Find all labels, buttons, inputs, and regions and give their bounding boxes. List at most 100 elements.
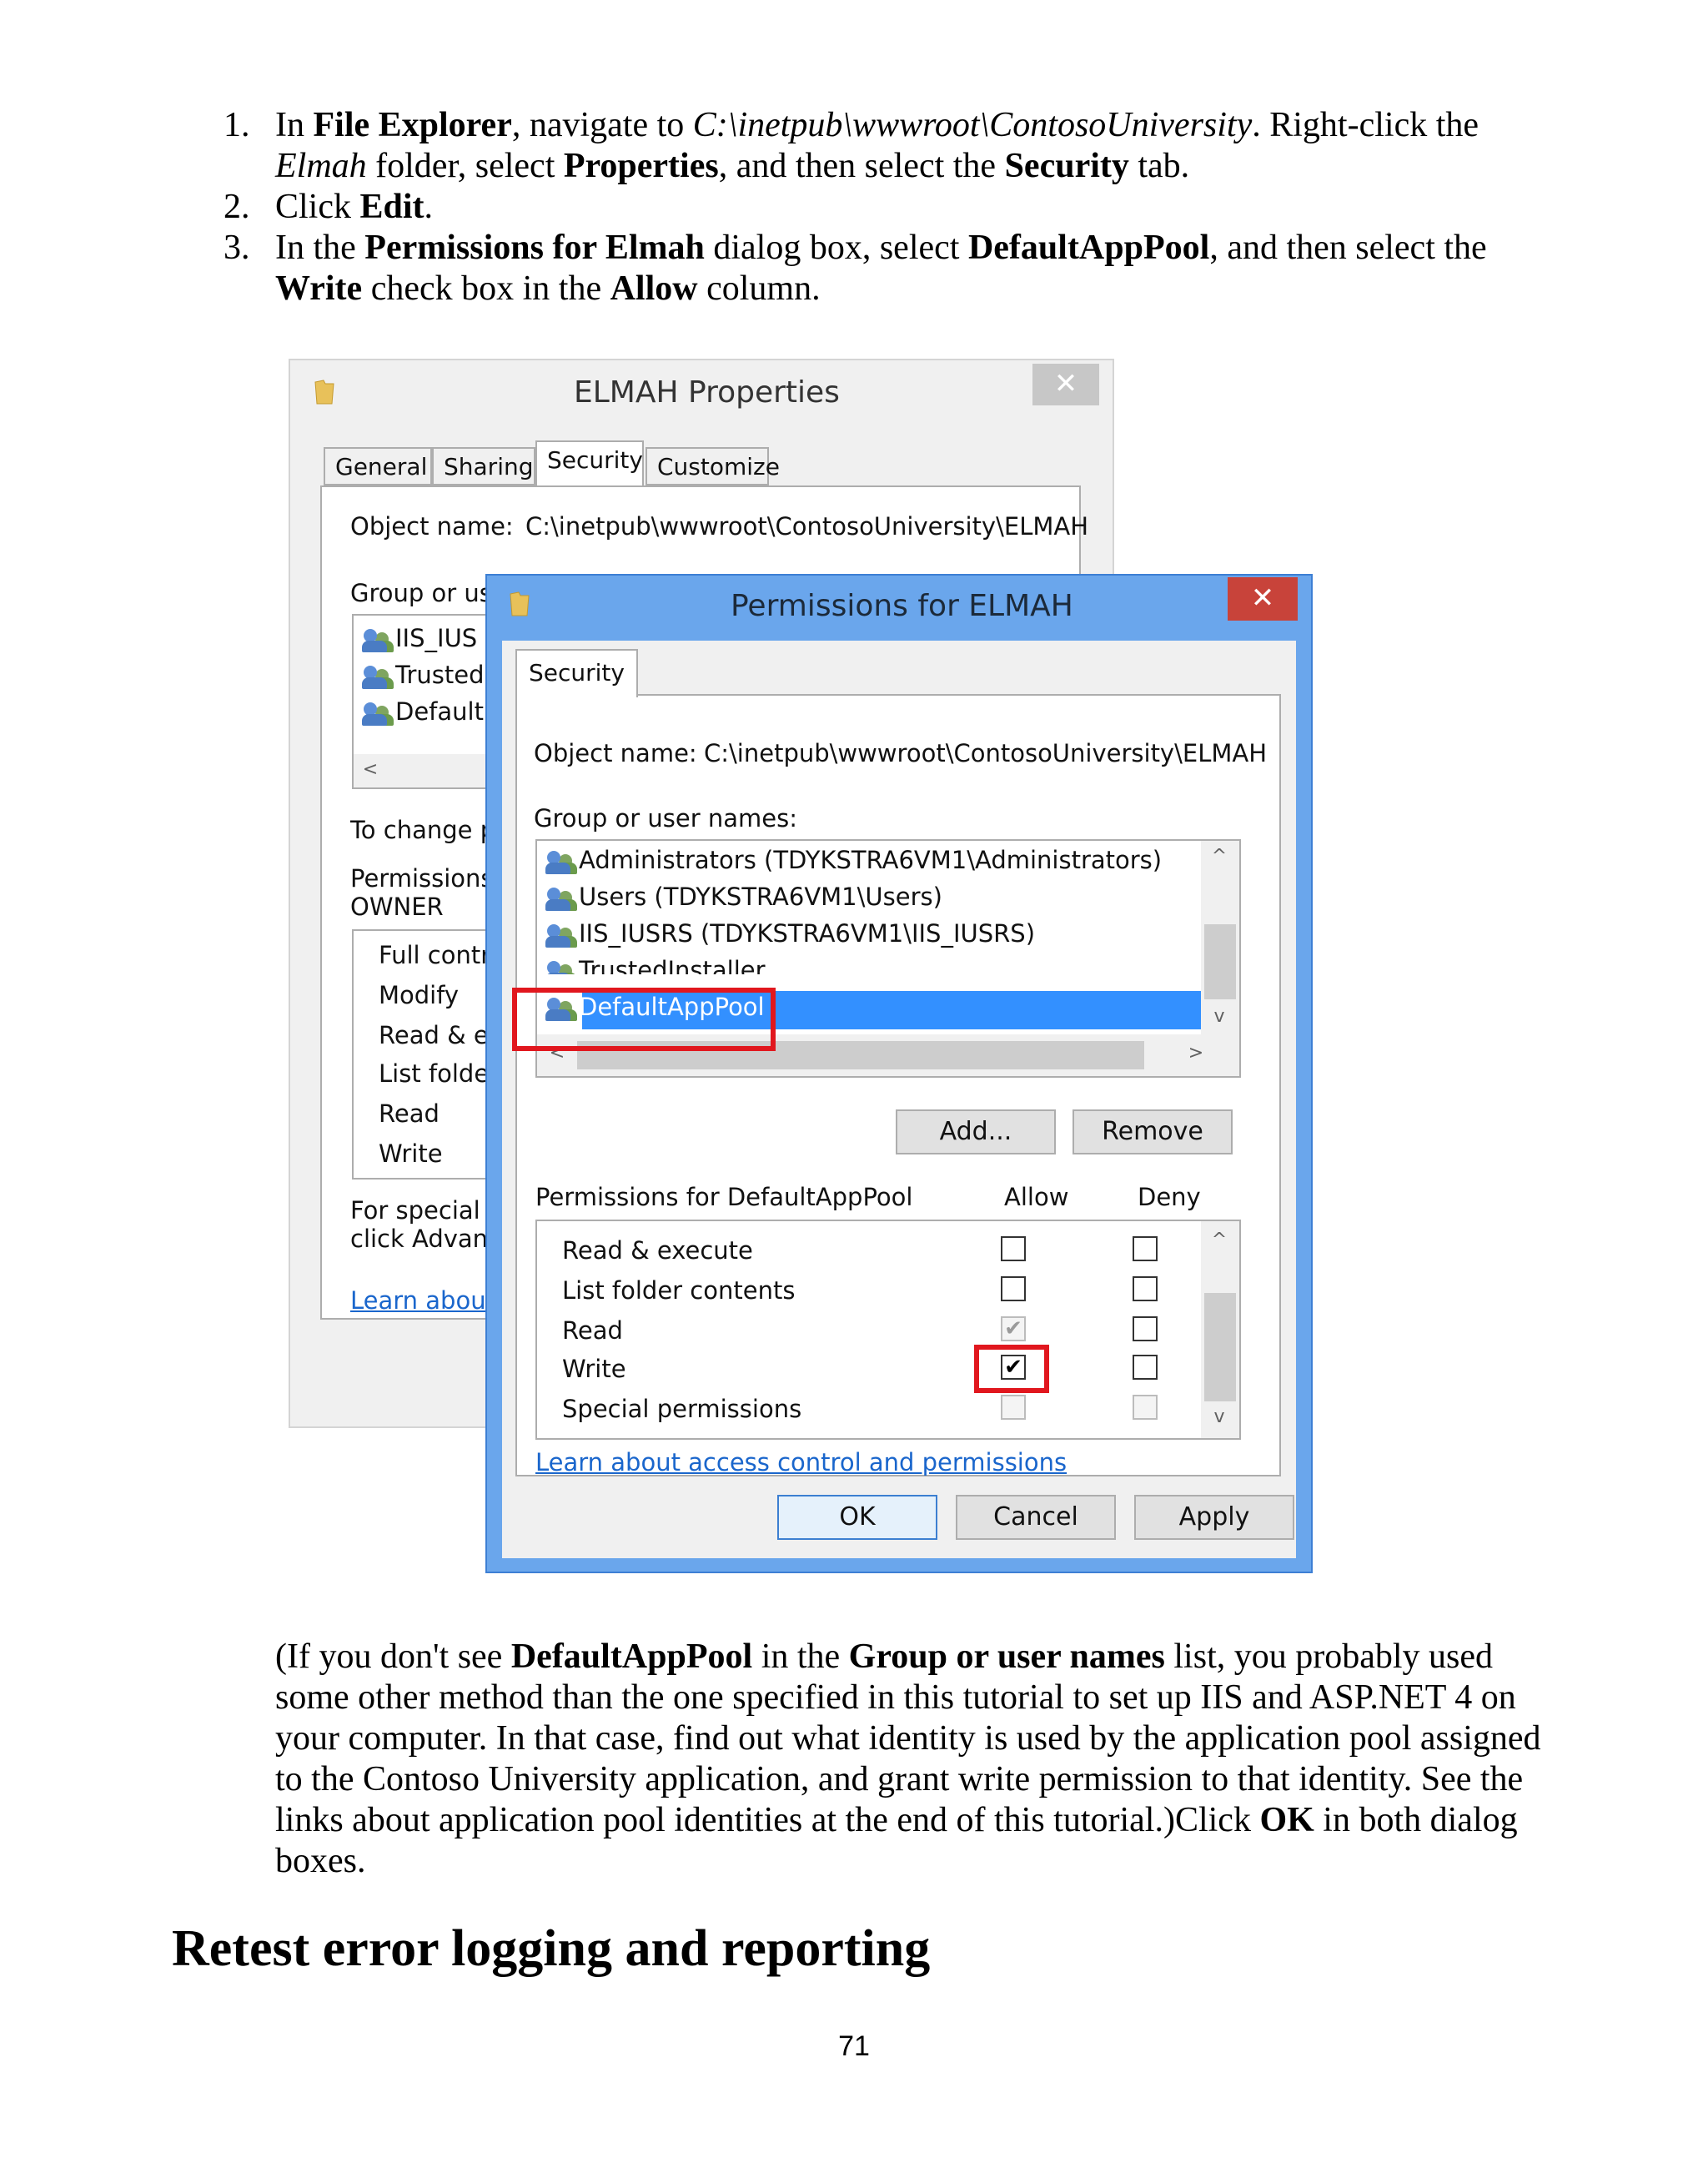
allow-checkbox-disabled [1001, 1395, 1026, 1420]
italic-path: C:\inetpub\wwwroot\ContosoUniversity [692, 106, 1253, 144]
bold-term: DefaultAppPool [967, 229, 1210, 267]
allow-checkbox[interactable] [1001, 1236, 1026, 1261]
tab-customize[interactable]: Customize [646, 447, 780, 485]
user-group-icon [545, 923, 575, 948]
list-item[interactable]: Users (TDYKSTRA6VM1\Users) [545, 883, 942, 911]
window-title: Permissions for ELMAH [731, 589, 1073, 623]
note-paragraph: (If you don't see DefaultAppPool in the … [275, 1637, 1541, 1880]
chevron-up-icon[interactable]: ^ [1203, 846, 1236, 867]
group-label: Group or use [350, 579, 507, 607]
list-item[interactable]: IIS_IUS [362, 624, 477, 652]
permission-name: Write [379, 1139, 443, 1168]
folder-icon [510, 591, 530, 616]
chevron-up-icon[interactable]: ^ [1203, 1230, 1236, 1250]
allow-checkbox-inherited: ✔ [1001, 1316, 1026, 1341]
user-group-icon [362, 627, 392, 652]
user-group-icon [545, 959, 575, 974]
step-number: 3. [224, 229, 250, 267]
permission-name: List folder [379, 1059, 500, 1088]
special-permissions-text: For special p [350, 1196, 504, 1225]
user-group-icon [545, 886, 575, 911]
tab-sharing[interactable]: Sharing [432, 447, 535, 485]
chevron-down-icon[interactable]: v [1203, 1006, 1236, 1027]
permission-name: Special permissions [562, 1395, 802, 1423]
chevron-right-icon[interactable]: > [1179, 1043, 1213, 1064]
italic-term: Elmah [275, 147, 367, 185]
step-number: 1. [224, 106, 250, 144]
bold-term: Permissions for Elmah [364, 229, 705, 267]
bold-term: Group or user names [848, 1637, 1165, 1676]
vertical-scrollbar[interactable]: ^ v [1201, 841, 1239, 1034]
scroll-thumb[interactable] [1204, 924, 1236, 999]
object-name-label: Object name: [534, 739, 697, 767]
permission-name: Read [379, 1099, 440, 1128]
list-item[interactable]: Trusted [362, 661, 484, 689]
bold-term: Security [1004, 147, 1129, 185]
user-group-icon [362, 664, 392, 689]
permission-name: Read [562, 1316, 623, 1345]
chevron-down-icon[interactable]: v [1203, 1406, 1236, 1427]
close-button[interactable]: ✕ [1032, 364, 1099, 405]
allow-column-header: Allow [1004, 1183, 1069, 1211]
permission-name: Read & execute [562, 1236, 753, 1265]
bold-term: OK [1259, 1801, 1314, 1839]
permissions-owner-label: OWNER [350, 893, 444, 921]
apply-button[interactable]: Apply [1134, 1495, 1294, 1540]
step-1: 1. In File Explorer, navigate to C:\inet… [224, 106, 1479, 185]
deny-checkbox[interactable] [1133, 1316, 1158, 1341]
folder-icon [314, 380, 334, 405]
permission-name: Write [562, 1355, 626, 1383]
permission-name: Read & ex [379, 1021, 503, 1049]
object-name-label: Object name: [350, 512, 514, 541]
object-name-value: C:\inetpub\wwwroot\ContosoUniversity\ELM… [704, 739, 1268, 767]
allow-checkbox[interactable] [1001, 1276, 1026, 1301]
highlight-box-defaultapppool [512, 988, 776, 1051]
deny-checkbox[interactable] [1133, 1276, 1158, 1301]
permissions-list: Read & execute List folder contents Read… [535, 1220, 1241, 1440]
bold-term: Properties [563, 147, 719, 185]
list-item[interactable]: Administrators (TDYKSTRA6VM1\Administrat… [545, 846, 1162, 874]
deny-checkbox[interactable] [1133, 1355, 1158, 1380]
learn-access-control-link[interactable]: Learn about access control and permissio… [535, 1448, 1067, 1476]
dialog-client-area: Security Object name: C:\inetpub\wwwroot… [502, 641, 1296, 1558]
step-2: 2. Click Edit. [224, 188, 434, 226]
tab-general[interactable]: General [324, 447, 432, 485]
change-permissions-text: To change p [350, 816, 496, 844]
permissions-window: Permissions for ELMAH ✕ Security Object … [485, 574, 1313, 1573]
user-group-icon [362, 701, 392, 726]
step-3: 3. In the Permissions for Elmah dialog b… [224, 229, 1487, 308]
page-number: 71 [838, 2030, 870, 2062]
step-number: 2. [224, 188, 250, 226]
close-button[interactable]: ✕ [1228, 577, 1298, 621]
object-name-value: C:\inetpub\wwwroot\ContosoUniversity\ELM… [525, 512, 1089, 541]
deny-checkbox-disabled [1133, 1395, 1158, 1420]
add-button[interactable]: Add... [896, 1109, 1056, 1154]
cancel-button[interactable]: Cancel [956, 1495, 1116, 1540]
window-title: ELMAH Properties [574, 375, 840, 410]
permission-name: Modify [379, 981, 460, 1009]
security-pane: Object name: C:\inetpub\wwwroot\ContosoU… [512, 694, 1281, 1476]
ok-button[interactable]: OK [777, 1495, 937, 1540]
bold-term: DefaultAppPool [510, 1637, 753, 1676]
bold-term: Allow [610, 269, 698, 308]
scroll-thumb[interactable] [1204, 1293, 1236, 1401]
list-item[interactable]: IIS_IUSRS (TDYKSTRA6VM1\IIS_IUSRS) [545, 919, 1035, 948]
permission-name: List folder contents [562, 1276, 796, 1305]
highlight-box-write-allow [974, 1345, 1049, 1393]
click-advanced-text: click Advanc [350, 1225, 502, 1253]
bold-term: Write [275, 269, 363, 308]
permissions-for-label: Permissions for DefaultAppPool [535, 1183, 913, 1211]
list-item[interactable]: Default [362, 697, 484, 726]
vertical-scrollbar[interactable]: ^ v [1201, 1221, 1239, 1438]
section-heading: Retest error logging and reporting [172, 1920, 931, 1977]
tab-security[interactable]: Security [515, 649, 638, 697]
learn-about-link[interactable]: Learn about [350, 1286, 495, 1315]
deny-column-header: Deny [1138, 1183, 1201, 1211]
remove-button[interactable]: Remove [1073, 1109, 1233, 1154]
deny-checkbox[interactable] [1133, 1236, 1158, 1261]
bold-term: Edit [359, 188, 424, 226]
tab-security[interactable]: Security [535, 440, 644, 487]
chevron-left-icon[interactable]: < [354, 759, 387, 780]
instruction-steps: 1. In File Explorer, navigate to C:\inet… [224, 105, 1525, 309]
list-item[interactable]: TrustedInstaller [545, 956, 766, 974]
